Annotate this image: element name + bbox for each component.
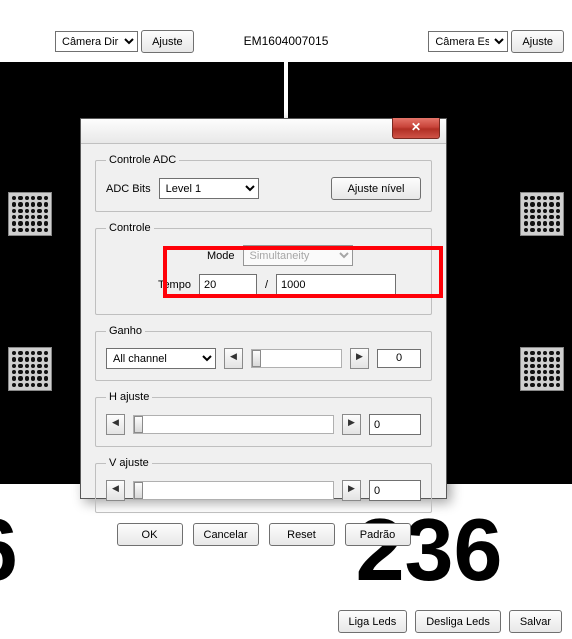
tempo-a-input[interactable]	[199, 274, 257, 295]
group-controle-adc: Controle ADC ADC Bits Level 1 Ajuste nív…	[95, 154, 432, 212]
ganho-slider[interactable]	[251, 349, 342, 368]
legend-controle: Controle	[106, 222, 154, 234]
grille-icon	[8, 347, 52, 391]
legend-h-ajuste: H ajuste	[106, 391, 152, 403]
adc-bits-label: ADC Bits	[106, 183, 151, 195]
top-bar: Câmera Dir Ajuste EM1604007015 Câmera Es…	[0, 0, 572, 62]
v-value-input[interactable]	[369, 480, 421, 501]
tempo-label: Tempo	[131, 279, 191, 291]
mode-label: Mode	[175, 250, 235, 262]
h-left-arrow-icon[interactable]: ◀	[106, 414, 125, 435]
bottom-button-bar: Liga Leds Desliga Leds Salvar	[338, 610, 563, 633]
ganho-value: 0	[377, 349, 421, 368]
v-right-arrow-icon[interactable]: ▶	[342, 480, 361, 501]
salvar-button[interactable]: Salvar	[509, 610, 562, 633]
group-h-ajuste: H ajuste ◀ ▶	[95, 391, 432, 447]
v-slider[interactable]	[133, 481, 334, 500]
adc-bits-select[interactable]: Level 1	[159, 178, 259, 199]
desliga-leds-button[interactable]: Desliga Leds	[415, 610, 501, 633]
reset-button[interactable]: Reset	[269, 523, 335, 546]
legend-controle-adc: Controle ADC	[106, 154, 179, 166]
ganho-right-arrow-icon[interactable]: ▶	[350, 348, 369, 369]
h-slider[interactable]	[133, 415, 334, 434]
adjust-right-button[interactable]: Ajuste	[511, 30, 564, 53]
ajuste-nivel-button[interactable]: Ajuste nível	[331, 177, 421, 200]
dialog-titlebar[interactable]: ✕	[81, 119, 446, 144]
tempo-b-input[interactable]	[276, 274, 396, 295]
liga-leds-button[interactable]: Liga Leds	[338, 610, 408, 633]
legend-ganho: Ganho	[106, 325, 145, 337]
group-controle: Controle Mode Simultaneity Tempo /	[95, 222, 432, 315]
ganho-channel-select[interactable]: All channel	[106, 348, 216, 369]
v-left-arrow-icon[interactable]: ◀	[106, 480, 125, 501]
padrao-button[interactable]: Padrão	[345, 523, 411, 546]
grille-icon	[520, 347, 564, 391]
ganho-left-arrow-icon[interactable]: ◀	[224, 348, 243, 369]
h-right-arrow-icon[interactable]: ▶	[342, 414, 361, 435]
camera-right-select[interactable]: Câmera Esq	[428, 31, 508, 52]
readout-left: 36	[0, 500, 206, 600]
cancelar-button[interactable]: Cancelar	[193, 523, 259, 546]
group-ganho: Ganho All channel ◀ ▶ 0	[95, 325, 432, 381]
settings-dialog: ✕ Controle ADC ADC Bits Level 1 Ajuste n…	[80, 118, 447, 499]
group-v-ajuste: V ajuste ◀ ▶	[95, 457, 432, 513]
readout-row: 36 236	[0, 500, 572, 600]
ok-button[interactable]: OK	[117, 523, 183, 546]
tempo-slash: /	[265, 279, 268, 291]
close-icon[interactable]: ✕	[392, 118, 440, 139]
h-value-input[interactable]	[369, 414, 421, 435]
grille-icon	[520, 192, 564, 236]
grille-icon	[8, 192, 52, 236]
legend-v-ajuste: V ajuste	[106, 457, 152, 469]
readout-right: 236	[286, 500, 572, 600]
mode-select: Simultaneity	[243, 245, 353, 266]
